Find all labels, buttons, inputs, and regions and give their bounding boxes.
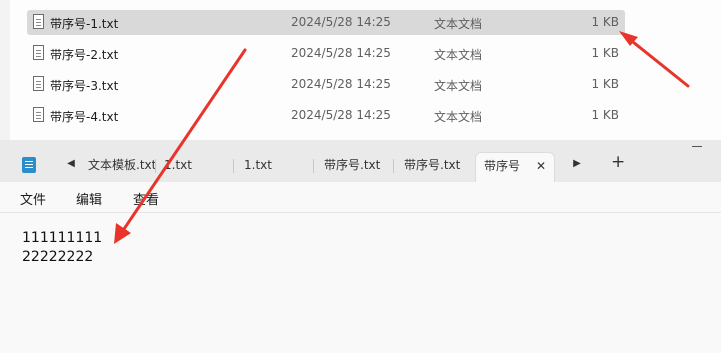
menu-file[interactable]: 文件: [20, 189, 46, 208]
file-size: 1 KB: [591, 108, 619, 122]
file-name: 带序号-3.txt: [50, 79, 119, 93]
tab-divider: [233, 159, 234, 173]
text-file-icon: [33, 107, 44, 122]
text-editor[interactable]: 111111111 22222222: [0, 213, 721, 353]
new-tab-button[interactable]: +: [611, 152, 625, 172]
tab-divider: [393, 159, 394, 173]
tab[interactable]: 1.txt: [156, 152, 234, 182]
tab-label: 文本模板.txt: [88, 158, 156, 172]
notepad-app-icon: [22, 157, 36, 173]
file-row[interactable]: 带序号-3.txt 2024/5/28 14:25 文本文档 1 KB: [27, 72, 625, 97]
file-row[interactable]: 带序号-1.txt 2024/5/28 14:25 文本文档 1 KB: [27, 10, 625, 35]
file-date: 2024/5/28 14:25: [291, 15, 391, 29]
file-date: 2024/5/28 14:25: [291, 46, 391, 60]
text-file-icon: [33, 76, 44, 91]
tab-divider: [313, 159, 314, 173]
tab-scroll-left-icon[interactable]: ◀: [64, 158, 78, 169]
text-file-icon: [33, 14, 44, 29]
file-type: 文本文档: [434, 110, 483, 124]
tab[interactable]: 1.txt: [236, 152, 314, 182]
tab[interactable]: 带序号.txt: [316, 152, 394, 182]
tab-label: 1.txt: [244, 158, 272, 172]
file-type: 文本文档: [434, 17, 483, 31]
file-date: 2024/5/28 14:25: [291, 108, 391, 122]
file-name: 带序号-1.txt: [50, 17, 119, 31]
tab[interactable]: 带序号.txt: [396, 152, 474, 182]
file-row[interactable]: 带序号-4.txt 2024/5/28 14:25 文本文档 1 KB: [27, 103, 625, 128]
tab-active[interactable]: 带序号 ✕: [475, 152, 555, 183]
file-date: 2024/5/28 14:25: [291, 77, 391, 91]
file-type: 文本文档: [434, 79, 483, 93]
menu-edit[interactable]: 编辑: [76, 189, 102, 208]
file-type: 文本文档: [434, 48, 483, 62]
tab-label: 带序号: [484, 159, 521, 173]
menu-view[interactable]: 查看: [133, 189, 159, 208]
tab-scroll-right-icon[interactable]: ▶: [570, 158, 584, 169]
editor-line: 22222222: [22, 249, 94, 265]
file-size: 1 KB: [591, 15, 619, 29]
tab-label: 带序号.txt: [404, 158, 461, 172]
close-tab-icon[interactable]: ✕: [536, 153, 546, 179]
minimize-icon[interactable]: [692, 146, 702, 147]
file-size: 1 KB: [591, 77, 619, 91]
file-row[interactable]: 带序号-2.txt 2024/5/28 14:25 文本文档 1 KB: [27, 41, 625, 66]
tab-bar: ◀ 文本模板.txt 1.txt 1.txt 带序号.txt 带序号.txt 带…: [0, 140, 721, 183]
notepad-window: ◀ 文本模板.txt 1.txt 1.txt 带序号.txt 带序号.txt 带…: [0, 140, 721, 353]
file-name: 带序号-2.txt: [50, 48, 119, 62]
file-size: 1 KB: [591, 46, 619, 60]
file-explorer-list: 带序号-1.txt 2024/5/28 14:25 文本文档 1 KB 带序号-…: [0, 0, 721, 140]
tab-label: 带序号.txt: [324, 158, 381, 172]
tab[interactable]: 文本模板.txt: [82, 152, 156, 182]
text-file-icon: [33, 45, 44, 60]
file-name: 带序号-4.txt: [50, 110, 119, 124]
editor-line: 111111111: [22, 230, 103, 246]
tab-label: 1.txt: [164, 158, 192, 172]
menu-bar: 文件 编辑 查看: [0, 182, 721, 213]
